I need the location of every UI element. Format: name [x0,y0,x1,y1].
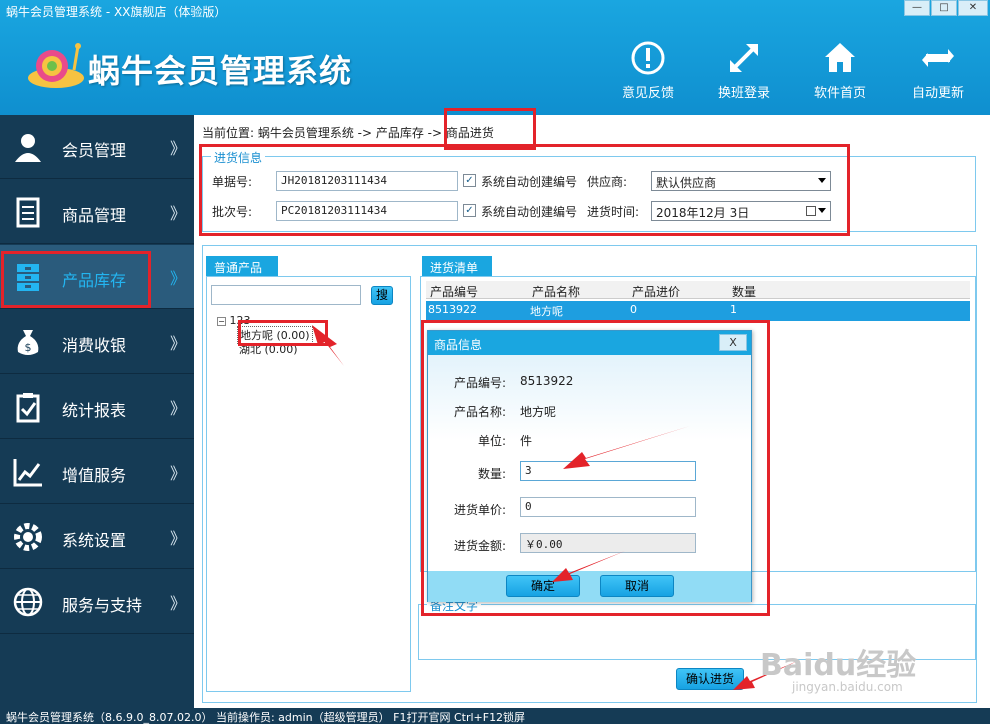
tab-normal-products[interactable]: 普通产品 [206,256,278,276]
cell-qty: 1 [730,303,737,316]
app-title: 蜗牛会员管理系统 [88,52,353,90]
chevron-right-icon: 》 [170,594,187,613]
annotation-box [1,251,151,308]
annotation-box [421,320,770,616]
sidebar-item-settings[interactable]: 系统设置 》 [0,505,194,569]
annotation-box [238,320,328,346]
search-button[interactable]: 搜 [371,286,393,305]
maximize-button[interactable]: □ [931,0,957,16]
minimize-button[interactable]: — [904,0,930,16]
sidebar: 会员管理 》 商品管理 》 产品库存 》 $ 消费收银 》 统计报表 》 增值服… [0,115,194,708]
expand-arrows-icon [730,44,758,72]
document-icon [16,197,40,228]
status-bar: 蜗牛会员管理系统（8.6.9.0_8.07.02.0） 当前操作员: admin… [0,708,990,724]
feedback-label: 意见反馈 [621,86,674,101]
refresh-icon [922,49,954,67]
tab-purchase-list[interactable]: 进货清单 [422,256,492,276]
baidu-watermark: Baidu经验 [760,648,917,683]
sidebar-item-label: 消费收银 [62,336,127,355]
sidebar-item-label: 系统设置 [62,531,127,550]
home-icon [825,43,855,72]
globe-icon [13,587,43,617]
shift-login-label: 换班登录 [717,86,770,101]
shift-login-button[interactable]: 换班登录 [704,40,784,101]
chevron-right-icon: 》 [170,139,187,158]
snail-logo-icon [28,43,84,88]
cell-code: 8513922 [428,303,477,316]
column-header[interactable]: 产品进价 [632,283,680,300]
annotation-box [199,144,850,236]
auto-update-button[interactable]: 自动更新 [898,40,978,101]
sidebar-item-value-added[interactable]: 增值服务 》 [0,440,194,504]
window-title: 蜗牛会员管理系统 - XX旗舰店（体验版） [6,5,227,19]
auto-update-label: 自动更新 [911,86,964,101]
member-icon [15,134,41,162]
chart-icon [13,459,42,487]
chevron-right-icon: 》 [170,464,187,483]
software-home-label: 软件首页 [813,86,866,101]
confirm-purchase-button[interactable]: 确认进货 [676,668,744,690]
sidebar-item-label: 增值服务 [62,466,127,485]
clipboard-icon [16,393,40,423]
close-window-button[interactable]: ✕ [958,0,988,16]
column-header[interactable]: 产品名称 [532,283,580,300]
column-header[interactable]: 数量 [732,283,756,300]
gear-icon [14,523,42,551]
sidebar-item-label: 服务与支持 [62,596,143,615]
sidebar-item-member[interactable]: 会员管理 》 [0,115,194,179]
chevron-right-icon: 》 [170,204,187,223]
chevron-right-icon: 》 [170,334,187,353]
cell-name: 地方呢 [530,305,563,318]
feedback-button[interactable]: 意见反馈 [608,40,688,101]
app-header: 蜗牛会员管理系统 - XX旗舰店（体验版） — □ ✕ 蜗牛会员管理系统 意见反… [0,0,990,115]
column-header[interactable]: 产品编号 [430,283,478,300]
info-icon [631,41,665,75]
sidebar-item-reports[interactable]: 统计报表 》 [0,375,194,439]
chevron-right-icon: 》 [170,269,187,288]
software-home-button[interactable]: 软件首页 [800,40,880,101]
collapse-icon[interactable]: − [217,317,226,326]
watermark-url: jingyan.baidu.com [792,680,903,694]
cell-price: 0 [630,303,637,316]
money-bag-icon: $ [17,330,39,355]
chevron-right-icon: 》 [170,529,187,548]
sidebar-item-label: 统计报表 [62,401,127,420]
sidebar-item-label: 会员管理 [62,141,127,160]
table-header: 产品编号 产品名称 产品进价 数量 [426,281,970,299]
sidebar-item-support[interactable]: 服务与支持 》 [0,570,194,634]
chevron-right-icon: 》 [170,399,187,418]
sidebar-item-label: 商品管理 [62,206,127,225]
svg-text:$: $ [25,341,32,354]
product-search-input[interactable] [211,285,361,305]
sidebar-item-cashier[interactable]: $ 消费收银 》 [0,310,194,374]
sidebar-item-product[interactable]: 商品管理 》 [0,180,194,244]
table-row[interactable]: 8513922 地方呢 0 1 [426,301,970,321]
